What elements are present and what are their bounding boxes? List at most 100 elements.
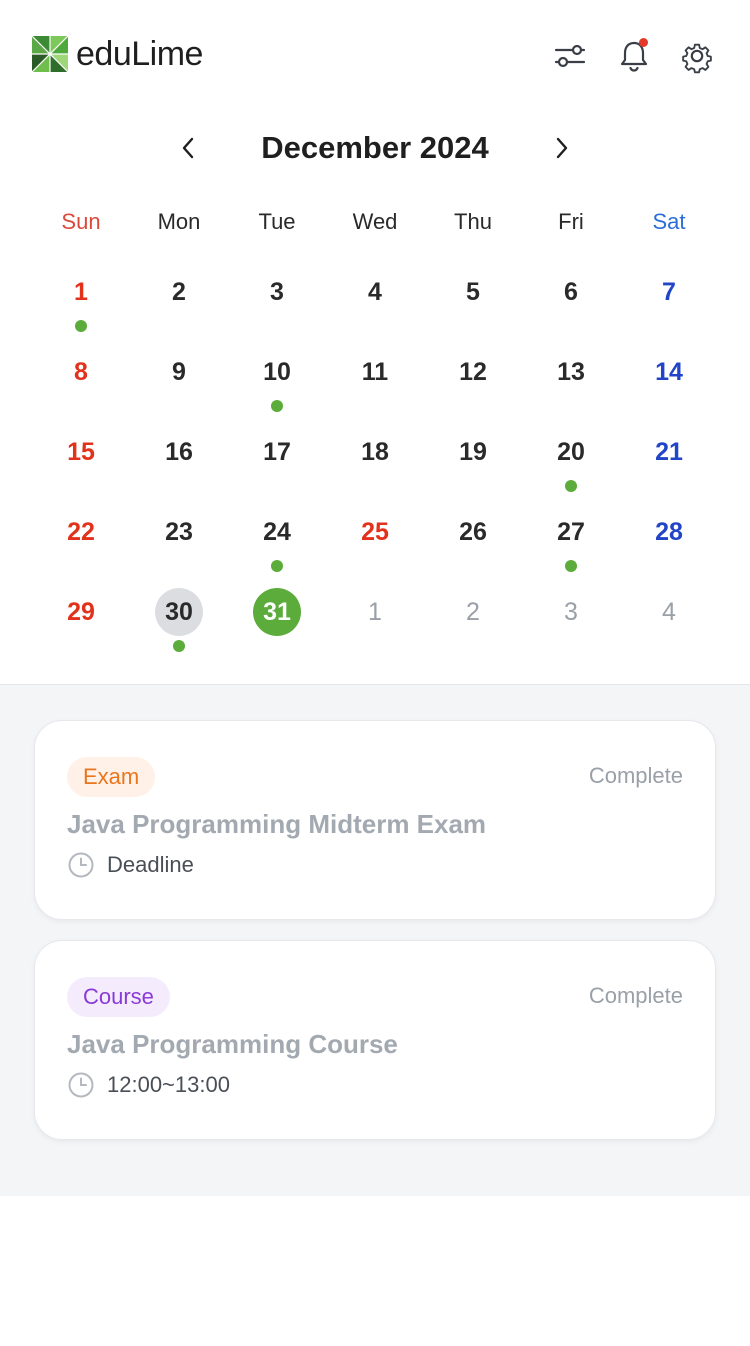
calendar-week: 15 16 17 18 19 20 21 xyxy=(32,422,718,502)
day-number: 22 xyxy=(67,517,95,546)
event-tag: Exam xyxy=(67,757,156,797)
calendar-day[interactable]: 17 xyxy=(228,422,326,502)
calendar-grid: 1 2 3 4 5 6 7 8 9 10 11 12 13 14 15 16 17 18 19 20 21 22 23 24 2… xyxy=(32,262,718,662)
event-indicator-dot xyxy=(75,320,87,332)
calendar-day[interactable]: 10 xyxy=(228,342,326,422)
day-number: 20 xyxy=(557,437,585,466)
calendar-day-next-month[interactable]: 3 xyxy=(522,582,620,662)
calendar-day-next-month[interactable]: 2 xyxy=(424,582,522,662)
notification-dot xyxy=(639,38,648,47)
day-number: 10 xyxy=(263,357,291,386)
calendar-week: 22 23 24 25 26 27 28 xyxy=(32,502,718,582)
calendar-day[interactable]: 15 xyxy=(32,422,130,502)
calendar-day[interactable]: 13 xyxy=(522,342,620,422)
day-number: 13 xyxy=(557,357,585,386)
brand-name: eduLime xyxy=(76,35,203,73)
day-number: 28 xyxy=(655,517,683,546)
day-number: 23 xyxy=(165,517,193,546)
event-indicator-dot xyxy=(271,400,283,412)
brand-logo[interactable]: eduLime xyxy=(32,36,203,72)
calendar-day[interactable]: 1 xyxy=(32,262,130,342)
month-title: December 2024 xyxy=(261,130,489,165)
calendar-day[interactable]: 31 xyxy=(228,582,326,662)
calendar-day[interactable]: 23 xyxy=(130,502,228,582)
settings-button[interactable] xyxy=(677,36,717,76)
calendar-day[interactable]: 7 xyxy=(620,262,718,342)
event-status: Complete xyxy=(588,763,683,788)
weekday-fri: Fri xyxy=(558,209,584,234)
day-number: 7 xyxy=(662,277,676,306)
weekday-thu: Thu xyxy=(454,209,492,234)
calendar-day[interactable]: 4 xyxy=(326,262,424,342)
calendar-day[interactable]: 2 xyxy=(130,262,228,342)
calendar-day[interactable]: 11 xyxy=(326,342,424,422)
event-title: Java Programming Midterm Exam xyxy=(67,809,487,839)
chevron-right-icon xyxy=(556,137,568,159)
day-number: 9 xyxy=(172,357,186,386)
weekday-tue: Tue xyxy=(258,209,296,234)
day-number: 16 xyxy=(165,437,193,466)
event-indicator-dot xyxy=(271,560,283,572)
gear-icon xyxy=(682,43,712,74)
calendar-day-next-month[interactable]: 4 xyxy=(620,582,718,662)
day-number: 15 xyxy=(67,437,95,466)
calendar-day[interactable]: 8 xyxy=(32,342,130,422)
event-indicator-dot xyxy=(565,480,577,492)
calendar-day[interactable]: 19 xyxy=(424,422,522,502)
day-number: 17 xyxy=(263,437,291,466)
calendar-day[interactable]: 20 xyxy=(522,422,620,502)
calendar-day[interactable]: 21 xyxy=(620,422,718,502)
calendar-day[interactable]: 5 xyxy=(424,262,522,342)
month-navigation: December 2024 xyxy=(0,120,750,176)
day-number: 30 xyxy=(155,588,203,636)
calendar-day[interactable]: 26 xyxy=(424,502,522,582)
day-number: 29 xyxy=(67,597,95,626)
weekday-mon: Mon xyxy=(157,209,201,234)
filter-sliders-icon xyxy=(554,44,586,68)
calendar-day[interactable]: 30 xyxy=(130,582,228,662)
calendar-day[interactable]: 24 xyxy=(228,502,326,582)
calendar-day[interactable]: 9 xyxy=(130,342,228,422)
day-number: 1 xyxy=(74,277,88,306)
event-list: Exam Complete Java Programming Midterm E… xyxy=(0,684,750,1196)
next-month-button[interactable] xyxy=(541,128,581,168)
calendar-day[interactable]: 14 xyxy=(620,342,718,422)
day-number: 14 xyxy=(655,357,683,386)
day-number: 11 xyxy=(361,357,389,386)
day-number: 8 xyxy=(74,357,88,386)
calendar-week: 8 9 10 11 12 13 14 xyxy=(32,342,718,422)
calendar-day[interactable]: 25 xyxy=(326,502,424,582)
day-number: 26 xyxy=(459,517,487,546)
filter-button[interactable] xyxy=(550,36,590,76)
day-number: 19 xyxy=(459,437,487,466)
calendar-day[interactable]: 27 xyxy=(522,502,620,582)
event-meta: 12:00~13:00 xyxy=(67,1071,230,1099)
day-number: 5 xyxy=(466,277,480,306)
calendar-day[interactable]: 18 xyxy=(326,422,424,502)
calendar-day[interactable]: 22 xyxy=(32,502,130,582)
calendar-day[interactable]: 12 xyxy=(424,342,522,422)
day-number: 27 xyxy=(557,517,585,546)
calendar-day-next-month[interactable]: 1 xyxy=(326,582,424,662)
day-number: 1 xyxy=(368,597,382,626)
day-number: 4 xyxy=(368,277,382,306)
calendar-day[interactable]: 6 xyxy=(522,262,620,342)
day-number: 6 xyxy=(564,277,578,306)
clock-icon xyxy=(68,852,94,878)
notifications-button[interactable] xyxy=(614,36,654,76)
calendar-day[interactable]: 29 xyxy=(32,582,130,662)
calendar-day[interactable]: 28 xyxy=(620,502,718,582)
day-number: 12 xyxy=(459,357,487,386)
event-time: Deadline xyxy=(107,852,194,877)
event-status: Complete xyxy=(588,983,683,1008)
day-number: 4 xyxy=(662,597,676,626)
clock-icon xyxy=(68,1072,94,1098)
event-card-exam[interactable]: Exam Complete Java Programming Midterm E… xyxy=(34,720,716,920)
event-meta: Deadline xyxy=(67,851,194,879)
weekday-sun: Sun xyxy=(61,209,101,234)
calendar-day[interactable]: 16 xyxy=(130,422,228,502)
event-card-course[interactable]: Course Complete Java Programming Course … xyxy=(34,940,716,1140)
calendar-day[interactable]: 3 xyxy=(228,262,326,342)
edulime-logo-icon xyxy=(32,36,68,72)
weekday-sat: Sat xyxy=(652,209,686,234)
